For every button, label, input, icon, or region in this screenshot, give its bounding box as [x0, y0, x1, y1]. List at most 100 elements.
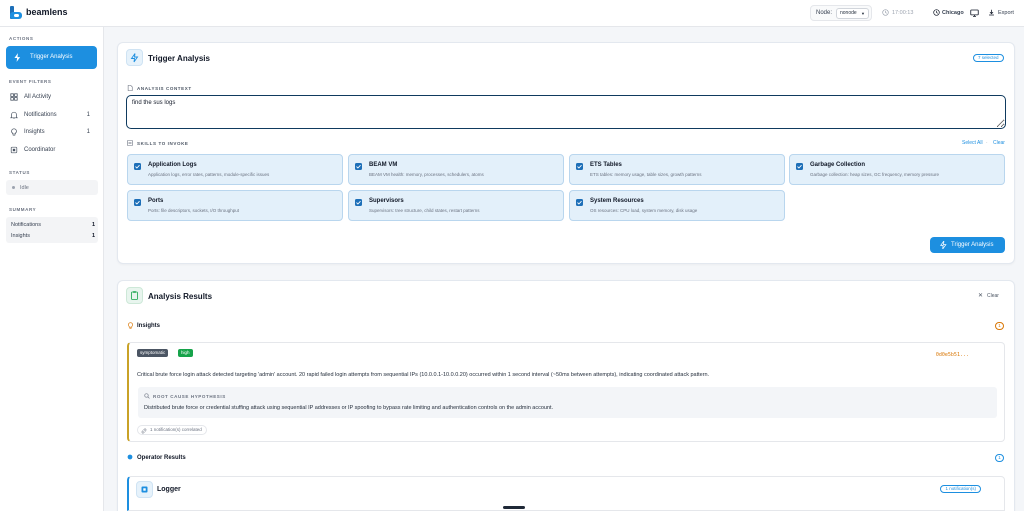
insight-hash[interactable]: 0d0e5b51... — [936, 352, 969, 358]
current-time: 17:00:13 — [892, 10, 914, 16]
results-card-title: Analysis Results — [148, 292, 213, 301]
skill-description: Application logs, error rates, patterns,… — [148, 172, 270, 177]
selected-count-badge: 7 selected — [973, 54, 1004, 62]
sidebar-item-all-activity[interactable]: All Activity — [6, 90, 98, 104]
summary-panel: Notifications 1 Insights 1 — [6, 217, 98, 243]
summary-row-label: Insights — [11, 233, 30, 239]
sidebar-item-count: 1 — [86, 112, 90, 118]
node-dropdown[interactable]: nonode ▼ — [836, 8, 869, 19]
node-label: Node: — [816, 10, 833, 16]
brand-name: beamlens — [26, 7, 68, 17]
status-value: Idle — [20, 184, 29, 191]
skill-card-beam-vm[interactable]: BEAM VM BEAM VM health: memory, processe… — [348, 154, 564, 185]
trigger-card-title: Trigger Analysis — [148, 54, 210, 63]
top-bar: beamlens Node: nonode ▼ 17:00:13 Chicago… — [0, 0, 1024, 27]
cpu-icon — [10, 146, 18, 154]
skill-card-ets-tables[interactable]: ETS Tables ETS tables: memory usage, tab… — [569, 154, 785, 185]
results-card-icon-box — [126, 287, 143, 304]
link-icon — [141, 428, 147, 433]
skill-name: Garbage Collection — [810, 162, 866, 168]
summary-section-label: SUMMARY — [9, 207, 37, 212]
skills-to-invoke-label: SKILLS TO INVOKE — [137, 141, 189, 146]
skill-name: Supervisors — [369, 198, 404, 204]
checkbox-checked-icon[interactable] — [355, 199, 362, 206]
operator-count-badge: 1 — [995, 454, 1004, 462]
sidebar-item-label: Coordinator — [24, 147, 56, 153]
root-cause-label: ROOT CAUSE HYPOTHESIS — [153, 394, 226, 399]
tag-symptomatic: symptomatic — [137, 349, 169, 357]
sidebar-trigger-analysis-button[interactable]: Trigger Analysis — [6, 46, 97, 69]
sidebar-item-insights[interactable]: Insights 1 — [6, 125, 98, 139]
checkbox-checked-icon[interactable] — [134, 199, 141, 206]
scroll-indicator — [503, 506, 525, 509]
status-dot-icon — [12, 186, 15, 189]
summary-row-label: Notifications — [11, 222, 41, 228]
skill-description: Supervisors: tree structure, child state… — [369, 208, 480, 213]
select-all-link[interactable]: Select All — [962, 140, 983, 146]
checkbox-checked-icon[interactable] — [134, 163, 141, 170]
summary-row: Insights 1 — [11, 233, 95, 239]
skill-description: ETS tables: memory usage, table sizes, g… — [590, 172, 702, 177]
lightbulb-icon — [11, 128, 17, 136]
search-icon — [144, 393, 150, 399]
lightning-icon — [130, 53, 139, 63]
clock-icon — [882, 9, 889, 16]
list-icon — [127, 140, 133, 146]
analysis-context-input[interactable] — [126, 95, 1006, 129]
checkbox-checked-icon[interactable] — [576, 199, 583, 206]
sidebar-item-count: 1 — [86, 129, 90, 135]
event-filters-section-label: EVENT FILTERS — [9, 79, 52, 84]
trigger-button-label: Trigger Analysis — [951, 242, 994, 248]
sidebar-item-label: Insights — [24, 129, 45, 135]
status-section-label: STATUS — [9, 170, 30, 175]
sidebar-item-label: Notifications — [24, 112, 57, 118]
skill-card-supervisors[interactable]: Supervisors Supervisors: tree structure,… — [348, 190, 564, 221]
skill-name: Ports — [148, 198, 164, 204]
lightning-icon — [940, 241, 947, 249]
checkbox-checked-icon[interactable] — [796, 163, 803, 170]
skill-card-garbage-collection[interactable]: Garbage Collection Garbage collection: h… — [789, 154, 1005, 185]
tag-severity: high — [178, 349, 193, 357]
monitor-icon[interactable] — [970, 9, 979, 17]
insights-count-badge: 1 — [995, 322, 1004, 330]
skill-description: Ports: file descriptors, sockets, I/O th… — [148, 208, 240, 213]
trigger-card-icon-box — [126, 49, 143, 66]
skill-card-application-logs[interactable]: Application Logs Application logs, error… — [127, 154, 343, 185]
sidebar-item-label: All Activity — [24, 94, 52, 100]
logger-icon-box — [136, 481, 153, 498]
terminal-icon — [141, 486, 148, 493]
clear-results-label: Clear — [987, 293, 999, 299]
root-cause-text: Distributed brute force or credential st… — [144, 405, 554, 411]
correlated-label: 1 notification(s) correlated — [150, 427, 202, 432]
download-icon — [989, 9, 994, 16]
checkbox-checked-icon[interactable] — [355, 163, 362, 170]
node-selector: Node: nonode ▼ — [810, 5, 872, 21]
clipboard-icon — [131, 291, 138, 300]
insights-heading: Insights — [137, 323, 161, 329]
sidebar-trigger-label: Trigger Analysis — [30, 54, 73, 60]
link-separator: · — [986, 140, 988, 146]
skill-name: System Resources — [590, 198, 644, 204]
operator-result-logger[interactable]: Logger 1 notification(s) — [127, 476, 1005, 511]
beamlens-logo-icon — [10, 6, 22, 19]
logger-title: Logger — [157, 486, 181, 493]
correlated-notifications-badge[interactable]: 1 notification(s) correlated — [137, 425, 207, 435]
sidebar-item-notifications[interactable]: Notifications 1 — [6, 108, 98, 122]
lightning-icon — [14, 53, 21, 62]
summary-row-value: 1 — [91, 222, 95, 228]
skill-card-ports[interactable]: Ports Ports: file descriptors, sockets, … — [127, 190, 343, 221]
clock-icon — [933, 9, 940, 16]
insight-card: symptomatic high 0d0e5b51... Critical br… — [127, 342, 1005, 442]
document-icon — [127, 85, 133, 91]
skill-description: OS resources: CPU load, system memory, d… — [590, 208, 698, 213]
insight-summary: Critical brute force login attack detect… — [137, 372, 710, 378]
skill-card-system-resources[interactable]: System Resources OS resources: CPU load,… — [569, 190, 785, 221]
clear-skills-link[interactable]: Clear — [993, 140, 1005, 146]
checkbox-checked-icon[interactable] — [576, 163, 583, 170]
timezone-label: Chicago — [942, 10, 964, 16]
summary-row-value: 1 — [91, 233, 95, 239]
status-badge: Idle — [6, 180, 98, 195]
sidebar-item-coordinator[interactable]: Coordinator — [6, 143, 98, 157]
sidebar: ACTIONS Trigger Analysis EVENT FILTERS A… — [0, 27, 104, 511]
trigger-analysis-button[interactable]: Trigger Analysis — [930, 237, 1005, 253]
